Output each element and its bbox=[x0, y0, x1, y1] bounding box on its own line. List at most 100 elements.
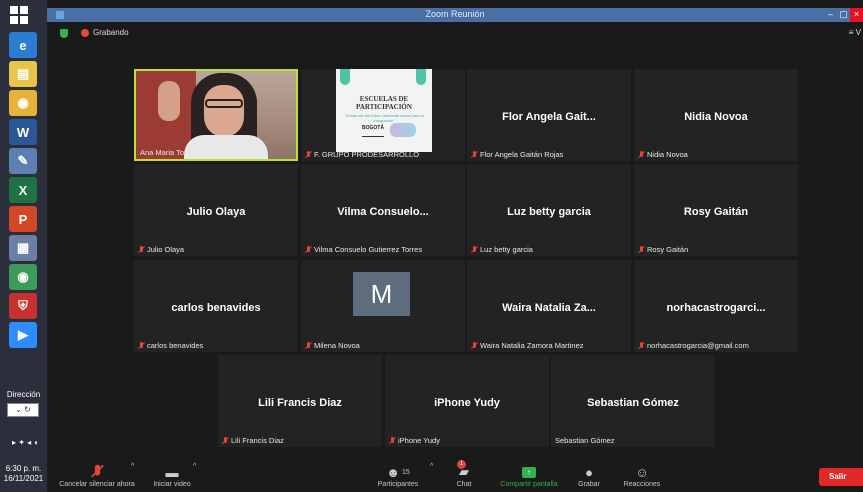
paint-icon[interactable]: ✎ bbox=[9, 148, 37, 174]
participant-tile[interactable]: Ana Maria Torres bbox=[134, 69, 298, 161]
participant-name-label: Waira Natalia Zamora Martinez bbox=[471, 341, 584, 350]
excel-icon[interactable]: X bbox=[9, 177, 37, 203]
participants-count: 15 bbox=[401, 468, 410, 476]
participant-tile[interactable]: Flor Angela Gait... Flor Angela Gaitán Ro… bbox=[467, 69, 631, 161]
recording-icon[interactable] bbox=[81, 29, 89, 37]
participant-tile[interactable]: Nidia Novoa Nidia Novoa bbox=[634, 69, 798, 161]
video-off-icon: ▬ bbox=[165, 464, 179, 480]
participant-avatar: M bbox=[353, 272, 410, 316]
meeting-toolbar: Cancelar silenciar ahora ^ ▬ Iniciar vid… bbox=[47, 460, 863, 492]
recording-label: Grabando bbox=[93, 28, 129, 37]
poster-subtitle: "Desarrollo del futuro ambiente social p… bbox=[344, 113, 424, 123]
chrome-icon[interactable]: ◉ bbox=[9, 90, 37, 116]
muted-mic-icon bbox=[638, 245, 645, 254]
muted-mic-icon bbox=[305, 341, 312, 350]
ie-icon[interactable]: e bbox=[9, 32, 37, 58]
participant-tile[interactable]: Waira Natalia Za... Waira Natalia Zamora … bbox=[467, 260, 631, 352]
muted-mic-icon bbox=[389, 436, 396, 445]
participant-name: Lili Francis Diaz bbox=[231, 436, 284, 445]
participant-display-name: Julio Olaya bbox=[186, 206, 246, 218]
taskbar-clock[interactable]: 6:30 p. m. 16/11/2021 bbox=[0, 464, 47, 484]
unmute-button[interactable]: Cancelar silenciar ahora bbox=[57, 463, 137, 488]
chat-label: Chat bbox=[456, 481, 472, 488]
participant-name: Vilma Consuelo Gutierrez Torres bbox=[314, 245, 423, 254]
windows-taskbar: e ▤ ◉ W ✎ X P ▦ ◉ ⛨ ▶ Dirección ⌄ ↻ ▸ ✦ ◂ ◖ 6:30 p… bbox=[0, 0, 47, 492]
participant-tile[interactable]: M Milena Novoa bbox=[301, 260, 465, 352]
participant-name-label: iPhone Yudy bbox=[389, 436, 440, 445]
participant-tile[interactable]: Sebastian Gómez Sebastian Gómez bbox=[551, 355, 715, 447]
poster-graphic bbox=[390, 123, 416, 137]
view-button[interactable]: ≡ V bbox=[849, 28, 861, 37]
share-screen-button[interactable]: ↑ Compartir pantalla bbox=[493, 463, 565, 488]
window-titlebar: Zoom Reunión – ▢ × bbox=[47, 8, 863, 22]
chat-button[interactable]: ▰ 1 Chat bbox=[449, 460, 479, 488]
participant-name: F. GRUPO PRODESARROLLO bbox=[314, 150, 420, 159]
participant-tile[interactable]: ESCUELAS DE PARTICIPACIÓN "Desarrollo de… bbox=[301, 69, 465, 161]
chat-badge: 1 bbox=[457, 460, 466, 469]
unmute-label: Cancelar silenciar ahora bbox=[59, 481, 135, 488]
start-video-button[interactable]: ▬ Iniciar video bbox=[147, 463, 197, 489]
shared-poster-image: ESCUELAS DE PARTICIPACIÓN "Desarrollo de… bbox=[336, 69, 432, 152]
muted-mic-icon bbox=[471, 245, 478, 254]
zoom-app-icon[interactable]: ▶ bbox=[9, 322, 37, 348]
chat-icon: ▰ 1 bbox=[457, 460, 469, 479]
participant-name: Waira Natalia Zamora Martinez bbox=[480, 341, 584, 350]
participant-tile[interactable]: Julio Olaya Julio Olaya bbox=[134, 164, 298, 256]
muted-mic-icon bbox=[138, 245, 145, 254]
maximize-button[interactable]: ▢ bbox=[837, 8, 850, 22]
participant-name-label: norhacastrogarcia@gmail.com bbox=[638, 341, 749, 350]
participant-video bbox=[136, 71, 296, 159]
participant-name: Luz betty garcia bbox=[480, 245, 533, 254]
video-options-caret[interactable]: ^ bbox=[193, 463, 196, 470]
encryption-shield-icon[interactable] bbox=[60, 29, 68, 38]
participant-tile[interactable]: Lili Francis Diaz Lili Francis Diaz bbox=[218, 355, 382, 447]
muted-mic-icon bbox=[471, 150, 478, 159]
participants-button[interactable]: ☻ 15 Participantes bbox=[373, 463, 423, 489]
poster-title-2: PARTICIPACIÓN bbox=[356, 103, 412, 111]
participant-display-name: Nidia Novoa bbox=[684, 111, 748, 123]
participants-caret[interactable]: ^ bbox=[430, 463, 433, 470]
record-button[interactable]: ● Grabar bbox=[574, 463, 604, 489]
participant-tile[interactable]: iPhone Yudy iPhone Yudy bbox=[385, 355, 549, 447]
reactions-button[interactable]: ☺ Reacciones bbox=[619, 463, 665, 489]
participant-name-label: Sebastian Gómez bbox=[555, 436, 615, 445]
participant-tile[interactable]: carlos benavides carlos benavides bbox=[134, 260, 298, 352]
meeting-info-bar: Grabando ≡ V bbox=[47, 22, 863, 46]
calculator-icon[interactable]: ▦ bbox=[9, 235, 37, 261]
muted-mic-icon bbox=[138, 341, 145, 350]
shield-app-icon[interactable]: ⛨ bbox=[9, 293, 37, 319]
participant-tile[interactable]: Rosy Gaitán Rosy Gaitán bbox=[634, 164, 798, 256]
participant-name-label: Ana Maria Torres bbox=[140, 148, 197, 157]
reactions-icon: ☺ bbox=[635, 464, 649, 480]
minimize-button[interactable]: – bbox=[824, 8, 837, 22]
audio-options-caret[interactable]: ^ bbox=[131, 463, 134, 470]
explorer-icon[interactable]: ▤ bbox=[9, 61, 37, 87]
poster-title-1: ESCUELAS DE bbox=[359, 95, 409, 103]
leave-button[interactable]: Salir bbox=[819, 468, 863, 486]
reactions-label: Reacciones bbox=[623, 481, 661, 488]
muted-mic-icon bbox=[57, 463, 137, 481]
chrome2-icon[interactable]: ◉ bbox=[9, 264, 37, 290]
close-button[interactable]: × bbox=[850, 8, 863, 22]
participant-tile[interactable]: Luz betty garcia Luz betty garcia bbox=[467, 164, 631, 256]
participant-display-name: carlos benavides bbox=[171, 302, 261, 314]
word-icon[interactable]: W bbox=[9, 119, 37, 145]
participant-name-label: Luz betty garcia bbox=[471, 245, 533, 254]
address-toolbar[interactable]: ⌄ ↻ bbox=[7, 403, 39, 417]
participant-display-name: iPhone Yudy bbox=[434, 397, 500, 409]
window-controls: – ▢ × bbox=[824, 8, 863, 22]
system-tray[interactable]: ▸ ✦ ◂ ◖ bbox=[12, 438, 38, 447]
bogota-logo: BOGOTÁ bbox=[362, 125, 384, 137]
windows-start-icon[interactable] bbox=[10, 6, 28, 24]
participant-tile[interactable]: Vilma Consuelo... Vilma Consuelo Gutierre… bbox=[301, 164, 465, 256]
muted-mic-icon bbox=[305, 245, 312, 254]
participant-tile[interactable]: norhacastrogarci... norhacastrogarcia@gma… bbox=[634, 260, 798, 352]
powerpoint-icon[interactable]: P bbox=[9, 206, 37, 232]
clock-time: 6:30 p. m. bbox=[5, 464, 42, 473]
participant-name: Sebastian Gómez bbox=[555, 436, 615, 445]
participant-name: Ana Maria Torres bbox=[140, 148, 197, 157]
participant-display-name: Sebastian Gómez bbox=[587, 397, 679, 409]
muted-mic-icon bbox=[638, 150, 645, 159]
participant-name-label: Julio Olaya bbox=[138, 245, 184, 254]
participant-name: Nidia Novoa bbox=[647, 150, 688, 159]
